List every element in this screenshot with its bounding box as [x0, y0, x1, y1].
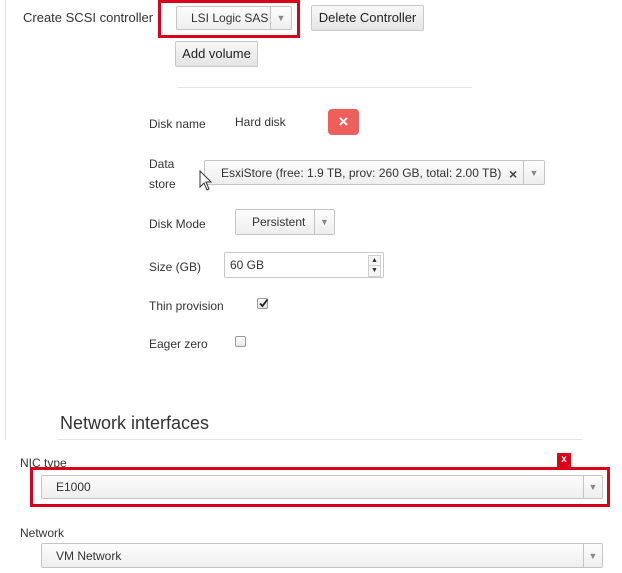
- datastore-value: EsxiStore (free: 1.9 TB, prov: 260 GB, t…: [221, 165, 502, 180]
- decrement-icon[interactable]: ▼: [368, 265, 381, 277]
- network-select[interactable]: VM Network ▼: [41, 543, 603, 568]
- thin-provision-label: Thin provision: [149, 299, 224, 313]
- vm-hardware-form: Create SCSI controller LSI Logic SAS ▼ D…: [0, 0, 622, 573]
- size-value: 60 GB: [230, 258, 265, 272]
- eager-zero-label: Eager zero: [149, 337, 208, 351]
- disk-mode-select[interactable]: Persistent ▼: [235, 209, 335, 235]
- nic-type-select[interactable]: E1000 ▼: [41, 475, 603, 499]
- checkmark-icon: [259, 298, 269, 308]
- close-icon: ×: [338, 112, 349, 131]
- scsi-controller-label: Create SCSI controller: [23, 10, 154, 25]
- add-volume-button[interactable]: Add volume: [175, 41, 258, 67]
- remove-disk-button[interactable]: ×: [328, 109, 359, 135]
- close-icon: x: [561, 454, 567, 465]
- datastore-label-line1: Data: [149, 157, 175, 171]
- divider: [178, 87, 472, 88]
- thin-provision-checkbox[interactable]: [257, 298, 269, 309]
- eager-zero-checkbox[interactable]: [235, 336, 246, 347]
- size-input[interactable]: 60 GB ▲ ▼: [224, 252, 384, 278]
- disk-name-value: Hard disk: [235, 115, 286, 129]
- nic-type-value: E1000: [56, 480, 91, 494]
- chevron-down-icon: ▼: [583, 476, 602, 498]
- section-divider: [58, 439, 583, 440]
- network-value: VM Network: [56, 548, 122, 563]
- clear-datastore-icon[interactable]: ×: [509, 166, 517, 182]
- scsi-controller-type-select[interactable]: LSI Logic SAS ▼: [176, 6, 292, 30]
- chevron-down-icon: ▼: [583, 544, 602, 567]
- chevron-down-icon: ▼: [270, 7, 291, 29]
- scsi-controller-type-value: LSI Logic SAS: [191, 11, 269, 25]
- delete-controller-button[interactable]: Delete Controller: [311, 5, 424, 31]
- disk-name-label: Disk name: [149, 117, 206, 131]
- datastore-select[interactable]: EsxiStore (free: 1.9 TB, prov: 260 GB, t…: [204, 160, 545, 185]
- chevron-down-icon: ▼: [314, 210, 334, 234]
- datastore-label-line2: store: [149, 177, 176, 191]
- chevron-down-icon: ▼: [523, 161, 544, 184]
- size-label: Size (GB): [149, 260, 202, 274]
- network-label: Network: [20, 526, 65, 540]
- disk-mode-label: Disk Mode: [149, 217, 206, 231]
- panel-left-border: [5, 0, 6, 440]
- mouse-cursor-icon: [199, 170, 213, 191]
- remove-nic-button[interactable]: x: [557, 453, 571, 467]
- disk-mode-value: Persistent: [252, 215, 306, 229]
- network-interfaces-title: Network interfaces: [60, 413, 210, 433]
